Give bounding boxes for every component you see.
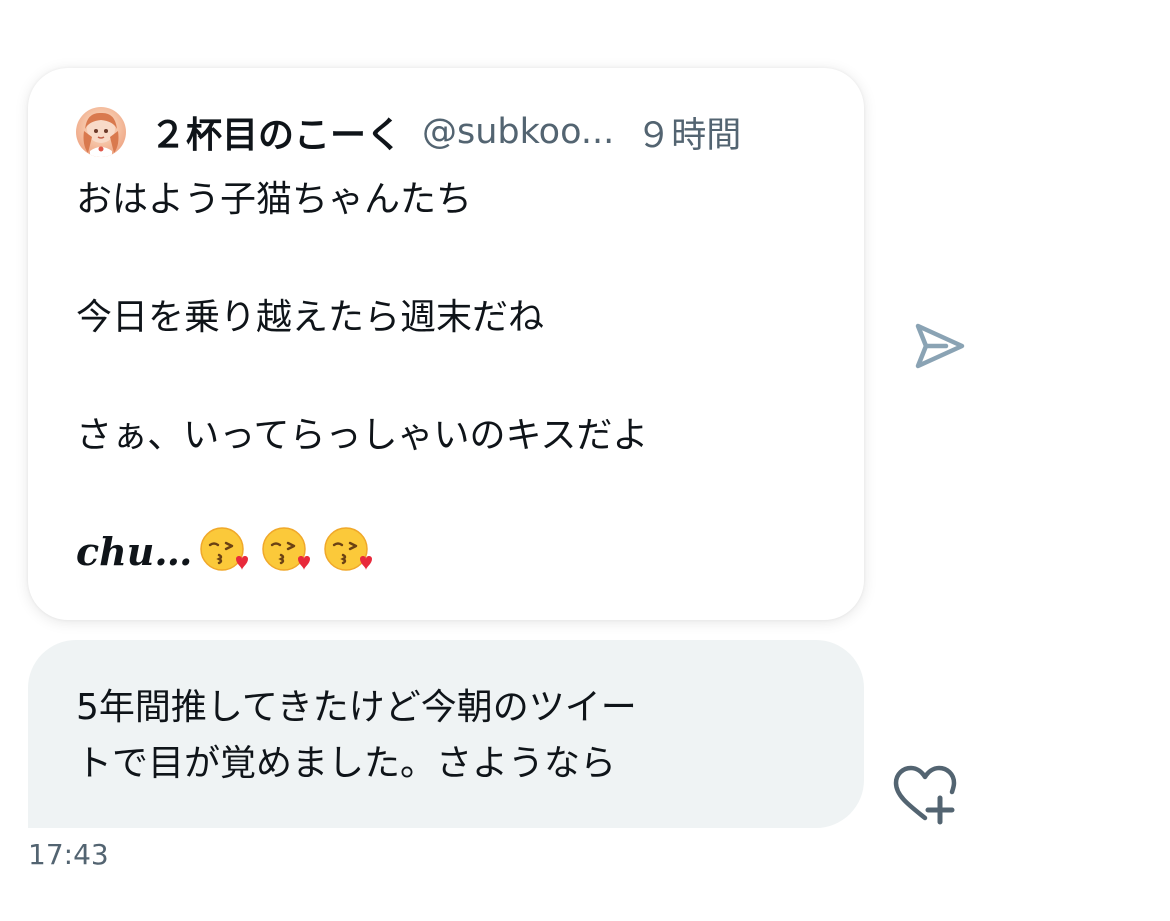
message-line: 5年間推してきたけど今朝のツイー (76, 687, 637, 728)
tweet-header: ２杯目のこーく @subkoo... ９時間 (76, 106, 824, 158)
user-avatar[interactable] (76, 107, 126, 157)
chu-text: chu… (76, 528, 193, 574)
quoted-tweet-card[interactable]: ２杯目のこーく @subkoo... ９時間 おはよう子猫ちゃんたち 今日を乗り… (28, 68, 864, 620)
message-timestamp: 17:43 (28, 838, 109, 871)
user-handle[interactable]: @subkoo... (422, 112, 614, 152)
face-blowing-kiss-emoji (262, 527, 311, 571)
message-line: トで目が覚めました。さようなら (76, 743, 617, 784)
tweet-time[interactable]: ９時間 (636, 107, 741, 158)
heart-plus-icon[interactable] (890, 764, 960, 826)
face-blowing-kiss-emoji (324, 527, 373, 571)
tweet-chu-line: chu… (76, 526, 836, 576)
tweet-text: おはよう子猫ちゃんたち 今日を乗り越えたら週末だね さぁ、いってらっしゃいのキス… (76, 178, 836, 576)
display-name[interactable]: ２杯目のこーく (150, 106, 402, 158)
send-icon[interactable] (912, 322, 966, 370)
face-blowing-kiss-emoji (200, 527, 249, 571)
dm-conversation: ２杯目のこーく @subkoo... ９時間 おはよう子猫ちゃんたち 今日を乗り… (0, 0, 1170, 921)
avatar-anime-girl-icon (83, 112, 119, 157)
message-bubble[interactable]: 5年間推してきたけど今朝のツイー トで目が覚めました。さようなら (28, 640, 864, 828)
tweet-line: おはよう子猫ちゃんたち (76, 179, 473, 220)
tweet-line: さぁ、いってらっしゃいのキスだよ (76, 415, 649, 456)
tweet-line: 今日を乗り越えたら週末だね (76, 297, 545, 338)
